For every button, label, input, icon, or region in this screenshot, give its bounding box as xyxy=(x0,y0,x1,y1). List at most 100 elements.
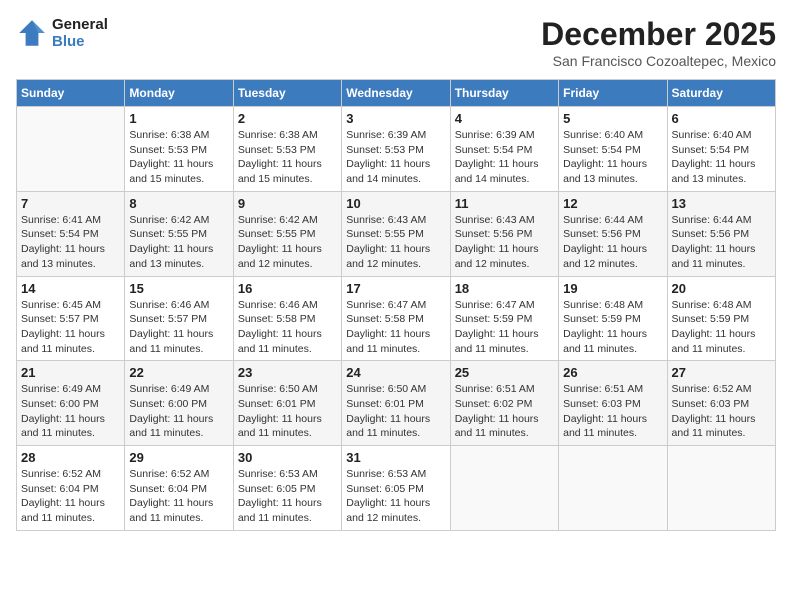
sun-info: Sunrise: 6:52 AMSunset: 6:04 PMDaylight:… xyxy=(129,467,228,526)
day-number: 11 xyxy=(455,196,554,211)
sun-info: Sunrise: 6:49 AMSunset: 6:00 PMDaylight:… xyxy=(21,382,120,441)
day-number: 18 xyxy=(455,281,554,296)
sun-info: Sunrise: 6:42 AMSunset: 5:55 PMDaylight:… xyxy=(129,213,228,272)
day-number: 16 xyxy=(238,281,337,296)
calendar-cell: 9Sunrise: 6:42 AMSunset: 5:55 PMDaylight… xyxy=(233,191,341,276)
calendar-cell xyxy=(17,107,125,192)
day-number: 6 xyxy=(672,111,771,126)
calendar-cell: 21 Sunrise: 6:49 AMSunset: 6:00 PMDayligh… xyxy=(17,361,125,446)
calendar-cell: 11 Sunrise: 6:43 AMSunset: 5:56 PMDayligh… xyxy=(450,191,558,276)
weekday-header: Tuesday xyxy=(233,80,341,107)
sun-info: Sunrise: 6:41 AMSunset: 5:54 PMDaylight:… xyxy=(21,213,120,272)
day-number: 24 xyxy=(346,365,445,380)
sun-info: Sunrise: 6:51 AMSunset: 6:03 PMDaylight:… xyxy=(563,382,662,441)
logo-text: General Blue xyxy=(52,16,108,50)
calendar-cell: 13 Sunrise: 6:44 AMSunset: 5:56 PMDayligh… xyxy=(667,191,775,276)
day-number: 3 xyxy=(346,111,445,126)
logo: General Blue xyxy=(16,16,108,50)
calendar-cell xyxy=(450,446,558,531)
location-title: San Francisco Cozoaltepec, Mexico xyxy=(541,53,776,69)
day-number: 8 xyxy=(129,196,228,211)
day-number: 12 xyxy=(563,196,662,211)
day-number: 13 xyxy=(672,196,771,211)
sun-info: Sunrise: 6:43 AMSunset: 5:55 PMDaylight:… xyxy=(346,213,445,272)
page-header: General Blue December 2025 San Francisco… xyxy=(16,16,776,69)
day-number: 15 xyxy=(129,281,228,296)
calendar-cell: 31Sunrise: 6:53 AMSunset: 6:05 PMDayligh… xyxy=(342,446,450,531)
calendar-week-row: 7 Sunrise: 6:41 AMSunset: 5:54 PMDaylight… xyxy=(17,191,776,276)
calendar-cell: 22 Sunrise: 6:49 AMSunset: 6:00 PMDayligh… xyxy=(125,361,233,446)
sun-info: Sunrise: 6:40 AMSunset: 5:54 PMDaylight:… xyxy=(672,128,771,187)
sun-info: Sunrise: 6:39 AMSunset: 5:53 PMDaylight:… xyxy=(346,128,445,187)
title-block: December 2025 San Francisco Cozoaltepec,… xyxy=(541,16,776,69)
calendar-cell: 10 Sunrise: 6:43 AMSunset: 5:55 PMDayligh… xyxy=(342,191,450,276)
calendar-cell: 4 Sunrise: 6:39 AMSunset: 5:54 PMDaylight… xyxy=(450,107,558,192)
day-number: 1 xyxy=(129,111,228,126)
calendar-week-row: 28 Sunrise: 6:52 AMSunset: 6:04 PMDayligh… xyxy=(17,446,776,531)
weekday-header: Friday xyxy=(559,80,667,107)
sun-info: Sunrise: 6:48 AMSunset: 5:59 PMDaylight:… xyxy=(672,298,771,357)
sun-info: Sunrise: 6:46 AMSunset: 5:57 PMDaylight:… xyxy=(129,298,228,357)
sun-info: Sunrise: 6:47 AMSunset: 5:58 PMDaylight:… xyxy=(346,298,445,357)
sun-info: Sunrise: 6:50 AMSunset: 6:01 PMDaylight:… xyxy=(238,382,337,441)
sun-info: Sunrise: 6:39 AMSunset: 5:54 PMDaylight:… xyxy=(455,128,554,187)
logo-icon xyxy=(16,17,48,49)
weekday-header: Saturday xyxy=(667,80,775,107)
day-number: 26 xyxy=(563,365,662,380)
calendar-cell: 26 Sunrise: 6:51 AMSunset: 6:03 PMDayligh… xyxy=(559,361,667,446)
day-number: 25 xyxy=(455,365,554,380)
day-number: 20 xyxy=(672,281,771,296)
weekday-header: Sunday xyxy=(17,80,125,107)
sun-info: Sunrise: 6:40 AMSunset: 5:54 PMDaylight:… xyxy=(563,128,662,187)
day-number: 17 xyxy=(346,281,445,296)
calendar-cell: 29 Sunrise: 6:52 AMSunset: 6:04 PMDayligh… xyxy=(125,446,233,531)
sun-info: Sunrise: 6:44 AMSunset: 5:56 PMDaylight:… xyxy=(563,213,662,272)
day-number: 9 xyxy=(238,196,337,211)
calendar-cell: 5 Sunrise: 6:40 AMSunset: 5:54 PMDaylight… xyxy=(559,107,667,192)
calendar-cell: 16 Sunrise: 6:46 AMSunset: 5:58 PMDayligh… xyxy=(233,276,341,361)
weekday-header: Monday xyxy=(125,80,233,107)
calendar-cell: 1Sunrise: 6:38 AMSunset: 5:53 PMDaylight… xyxy=(125,107,233,192)
sun-info: Sunrise: 6:47 AMSunset: 5:59 PMDaylight:… xyxy=(455,298,554,357)
calendar-cell: 19Sunrise: 6:48 AMSunset: 5:59 PMDayligh… xyxy=(559,276,667,361)
calendar-cell: 18 Sunrise: 6:47 AMSunset: 5:59 PMDayligh… xyxy=(450,276,558,361)
day-number: 29 xyxy=(129,450,228,465)
month-title: December 2025 xyxy=(541,16,776,53)
calendar-week-row: 21 Sunrise: 6:49 AMSunset: 6:00 PMDayligh… xyxy=(17,361,776,446)
calendar-cell: 8 Sunrise: 6:42 AMSunset: 5:55 PMDaylight… xyxy=(125,191,233,276)
sun-info: Sunrise: 6:48 AMSunset: 5:59 PMDaylight:… xyxy=(563,298,662,357)
day-number: 31 xyxy=(346,450,445,465)
calendar-cell: 30 Sunrise: 6:53 AMSunset: 6:05 PMDayligh… xyxy=(233,446,341,531)
calendar-cell xyxy=(667,446,775,531)
calendar-cell: 6 Sunrise: 6:40 AMSunset: 5:54 PMDaylight… xyxy=(667,107,775,192)
day-number: 28 xyxy=(21,450,120,465)
calendar-cell: 7 Sunrise: 6:41 AMSunset: 5:54 PMDaylight… xyxy=(17,191,125,276)
day-number: 7 xyxy=(21,196,120,211)
calendar-cell: 17 Sunrise: 6:47 AMSunset: 5:58 PMDayligh… xyxy=(342,276,450,361)
sun-info: Sunrise: 6:45 AMSunset: 5:57 PMDaylight:… xyxy=(21,298,120,357)
day-number: 10 xyxy=(346,196,445,211)
day-number: 5 xyxy=(563,111,662,126)
sun-info: Sunrise: 6:46 AMSunset: 5:58 PMDaylight:… xyxy=(238,298,337,357)
calendar-week-row: 1 Sunrise: 6:38 AMSunset: 5:53 PMDaylight… xyxy=(17,107,776,192)
sun-info: Sunrise: 6:53 AMSunset: 6:05 PMDaylight:… xyxy=(238,467,337,526)
sun-info: Sunrise: 6:38 AMSunset: 5:53 PMDaylight:… xyxy=(238,128,337,187)
calendar-table: SundayMondayTuesdayWednesdayThursdayFrid… xyxy=(16,79,776,531)
sun-info: Sunrise: 6:52 AMSunset: 6:04 PMDaylight:… xyxy=(21,467,120,526)
day-number: 4 xyxy=(455,111,554,126)
day-number: 2 xyxy=(238,111,337,126)
sun-info: Sunrise: 6:49 AMSunset: 6:00 PMDaylight:… xyxy=(129,382,228,441)
day-number: 22 xyxy=(129,365,228,380)
sun-info: Sunrise: 6:43 AMSunset: 5:56 PMDaylight:… xyxy=(455,213,554,272)
sun-info: Sunrise: 6:50 AMSunset: 6:01 PMDaylight:… xyxy=(346,382,445,441)
day-number: 30 xyxy=(238,450,337,465)
day-number: 21 xyxy=(21,365,120,380)
calendar-cell: 28 Sunrise: 6:52 AMSunset: 6:04 PMDayligh… xyxy=(17,446,125,531)
day-number: 14 xyxy=(21,281,120,296)
day-number: 23 xyxy=(238,365,337,380)
calendar-header-row: SundayMondayTuesdayWednesdayThursdayFrid… xyxy=(17,80,776,107)
sun-info: Sunrise: 6:44 AMSunset: 5:56 PMDaylight:… xyxy=(672,213,771,272)
calendar-cell: 15 Sunrise: 6:46 AMSunset: 5:57 PMDayligh… xyxy=(125,276,233,361)
calendar-cell: 14 Sunrise: 6:45 AMSunset: 5:57 PMDayligh… xyxy=(17,276,125,361)
sun-info: Sunrise: 6:52 AMSunset: 6:03 PMDaylight:… xyxy=(672,382,771,441)
